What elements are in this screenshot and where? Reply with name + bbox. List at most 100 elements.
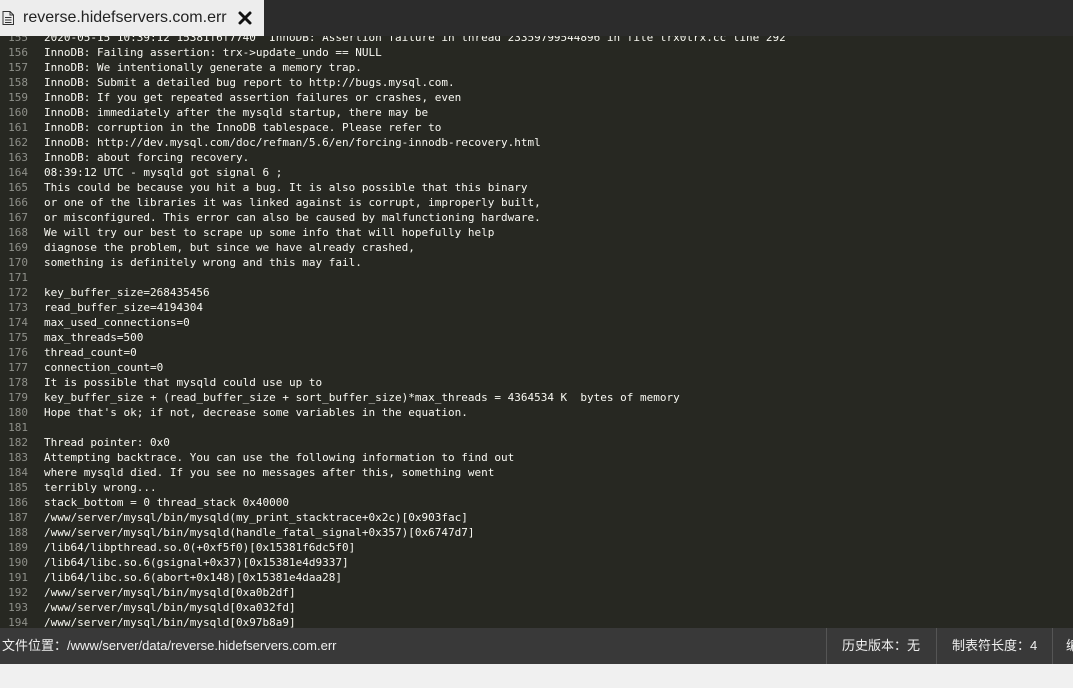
line-text: connection_count=0 [44, 361, 164, 374]
line-text: diagnose the problem, but since we have … [44, 241, 415, 254]
history-version-status[interactable]: 历史版本：无 [842, 628, 920, 664]
line-text: max_used_connections=0 [44, 316, 190, 329]
line-text: /lib64/libc.so.6(abort+0x148)[0x15381e4d… [44, 571, 343, 584]
line-number: 160 [8, 106, 28, 119]
line-number: 187 [8, 511, 28, 524]
code-line: 171 [0, 270, 1073, 285]
line-text: max_threads=500 [44, 331, 144, 344]
line-text: InnoDB: We intentionally generate a memo… [44, 61, 362, 74]
code-line: 156 InnoDB: Failing assertion: trx->updat… [0, 45, 1073, 60]
line-text: InnoDB: Submit a detailed bug report to … [44, 76, 455, 89]
line-text: /www/server/mysql/bin/mysqld(my_print_st… [44, 511, 468, 524]
line-number: 166 [8, 196, 28, 209]
line-text: read_buffer_size=4194304 [44, 301, 203, 314]
line-text: /www/server/mysql/bin/mysqld[0x97b8a9] [44, 616, 296, 628]
code-line: 180 Hope that's ok; if not, decrease some… [0, 405, 1073, 420]
tab-bar: reverse.hidefservers.com.err [0, 0, 1073, 36]
line-number: 181 [8, 421, 28, 434]
line-number: 155 [8, 36, 28, 44]
line-text: /www/server/mysql/bin/mysqld[0xa032fd] [44, 601, 296, 614]
line-number: 177 [8, 361, 28, 374]
line-text: terribly wrong... [44, 481, 157, 494]
file-tab[interactable]: reverse.hidefservers.com.err [0, 0, 264, 36]
line-number: 156 [8, 46, 28, 59]
line-number: 170 [8, 256, 28, 269]
line-number: 178 [8, 376, 28, 389]
code-line: 193/www/server/mysql/bin/mysqld[0xa032fd… [0, 600, 1073, 615]
encoding-status[interactable]: 编 [1066, 628, 1073, 664]
line-number: 194 [8, 616, 28, 628]
code-line: 183 Attempting backtrace. You can use the… [0, 450, 1073, 465]
line-number: 162 [8, 136, 28, 149]
line-text: InnoDB: Failing assertion: trx->update_u… [44, 46, 382, 59]
line-text: key_buffer_size=268435456 [44, 286, 210, 299]
code-line: 194/www/server/mysql/bin/mysqld[0x97b8a9… [0, 615, 1073, 628]
line-number: 188 [8, 526, 28, 539]
code-line: 158 InnoDB: Submit a detailed bug report … [0, 75, 1073, 90]
code-line: 179 key_buffer_size + (read_buffer_size +… [0, 390, 1073, 405]
code-line: 172 key_buffer_size=268435456 [0, 285, 1073, 300]
line-number: 165 [8, 181, 28, 194]
line-number: 183 [8, 451, 28, 464]
code-line: 163 InnoDB: about forcing recovery. [0, 150, 1073, 165]
code-line: 167 or misconfigured. This error can also… [0, 210, 1073, 225]
line-number: 159 [8, 91, 28, 104]
line-number: 180 [8, 406, 28, 419]
code-lines: 155 2020-05-15 10:39:12 15381f6f7740 Inno… [0, 36, 1073, 628]
line-number: 190 [8, 556, 28, 569]
line-number: 172 [8, 286, 28, 299]
line-number: 157 [8, 61, 28, 74]
line-text: Thread pointer: 0x0 [44, 436, 170, 449]
close-icon[interactable] [237, 10, 253, 26]
code-line: 166 or one of the libraries it was linked… [0, 195, 1073, 210]
bottom-strip [0, 664, 1073, 688]
code-line: 161 InnoDB: corruption in the InnoDB tabl… [0, 120, 1073, 135]
status-divider [826, 628, 827, 664]
line-text: InnoDB: corruption in the InnoDB tablesp… [44, 121, 442, 134]
line-text: InnoDB: about forcing recovery. [44, 151, 250, 164]
line-text: Attempting backtrace. You can use the fo… [44, 451, 515, 464]
line-text: 08:39:12 UTC - mysqld got signal 6 ; [44, 166, 283, 179]
line-number: 173 [8, 301, 28, 314]
line-text: /www/server/mysql/bin/mysqld(handle_fata… [44, 526, 475, 539]
code-line: 185 terribly wrong... [0, 480, 1073, 495]
line-text: 2020-05-15 10:39:12 15381f6f7740 InnoDB:… [44, 36, 786, 44]
line-number: 182 [8, 436, 28, 449]
line-text: or one of the libraries it was linked ag… [44, 196, 541, 209]
line-text: Hope that's ok; if not, decrease some va… [44, 406, 468, 419]
line-text: We will try our best to scrape up some i… [44, 226, 495, 239]
line-number: 193 [8, 601, 28, 614]
code-line: 176 thread_count=0 [0, 345, 1073, 360]
line-number: 191 [8, 571, 28, 584]
code-line: 190/lib64/libc.so.6(gsignal+0x37)[0x1538… [0, 555, 1073, 570]
code-line: 188/www/server/mysql/bin/mysqld(handle_f… [0, 525, 1073, 540]
code-line: 192/www/server/mysql/bin/mysqld[0xa0b2df… [0, 585, 1073, 600]
line-number: 184 [8, 466, 28, 479]
code-line: 175 max_threads=500 [0, 330, 1073, 345]
line-text: thread_count=0 [44, 346, 137, 359]
line-number: 163 [8, 151, 28, 164]
code-line: 184 where mysqld died. If you see no mess… [0, 465, 1073, 480]
line-number: 171 [8, 271, 28, 284]
line-number: 176 [8, 346, 28, 359]
code-line: 170 something is definitely wrong and thi… [0, 255, 1073, 270]
line-number: 164 [8, 166, 28, 179]
code-line: 155 2020-05-15 10:39:12 15381f6f7740 Inno… [0, 36, 1073, 45]
tab-width-status[interactable]: 制表符长度：4 [952, 628, 1037, 664]
code-line: 181 [0, 420, 1073, 435]
line-text: InnoDB: If you get repeated assertion fa… [44, 91, 462, 104]
code-line: 178 It is possible that mysqld could use … [0, 375, 1073, 390]
code-line: 168 We will try our best to scrape up som… [0, 225, 1073, 240]
file-path-status: 文件位置：/www/server/data/reverse.hidefserve… [2, 638, 337, 653]
line-text: /www/server/mysql/bin/mysqld[0xa0b2df] [44, 586, 296, 599]
code-line: 169 diagnose the problem, but since we ha… [0, 240, 1073, 255]
code-line: 165 This could be because you hit a bug. … [0, 180, 1073, 195]
document-icon [2, 11, 14, 25]
line-text: key_buffer_size + (read_buffer_size + so… [44, 391, 680, 404]
code-line: 159 InnoDB: If you get repeated assertion… [0, 90, 1073, 105]
code-editor[interactable]: 155 2020-05-15 10:39:12 15381f6f7740 Inno… [0, 36, 1073, 628]
code-line: 174 max_used_connections=0 [0, 315, 1073, 330]
code-line: 177 connection_count=0 [0, 360, 1073, 375]
line-number: 167 [8, 211, 28, 224]
line-number: 174 [8, 316, 28, 329]
